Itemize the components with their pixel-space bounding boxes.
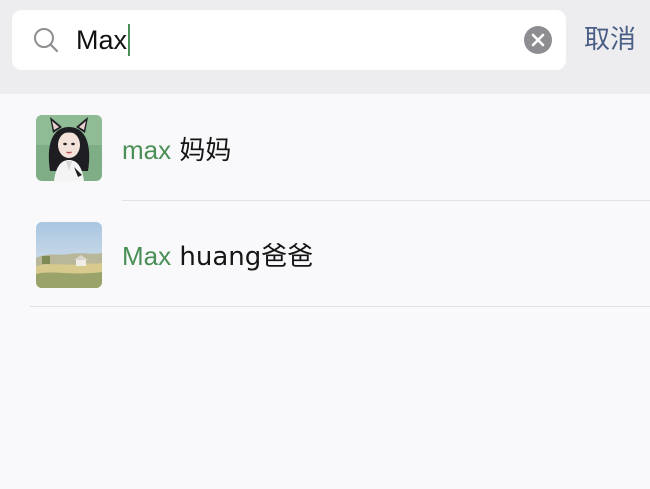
search-query-value: Max (76, 25, 128, 55)
contact-name: Max huang爸爸 (122, 238, 313, 274)
matched-text: Max (122, 241, 172, 271)
search-input[interactable]: Max (12, 10, 566, 70)
result-divider (30, 306, 650, 307)
cancel-button[interactable]: 取消 (584, 22, 636, 58)
search-icon (32, 26, 60, 54)
avatar (36, 222, 102, 288)
search-header: Max 取消 (0, 0, 650, 94)
contact-name-rest: huang爸爸 (171, 242, 314, 272)
search-page: Max 取消 max 妈妈 Max huang爸爸 (0, 0, 650, 489)
search-results-list: max 妈妈 Max huang爸爸 (0, 94, 650, 307)
clear-search-button[interactable] (524, 26, 552, 54)
search-query-text: Max (76, 22, 131, 58)
text-cursor (128, 23, 131, 56)
contact-result-row[interactable]: Max huang爸爸 (0, 94, 650, 306)
clear-icon (531, 33, 545, 47)
